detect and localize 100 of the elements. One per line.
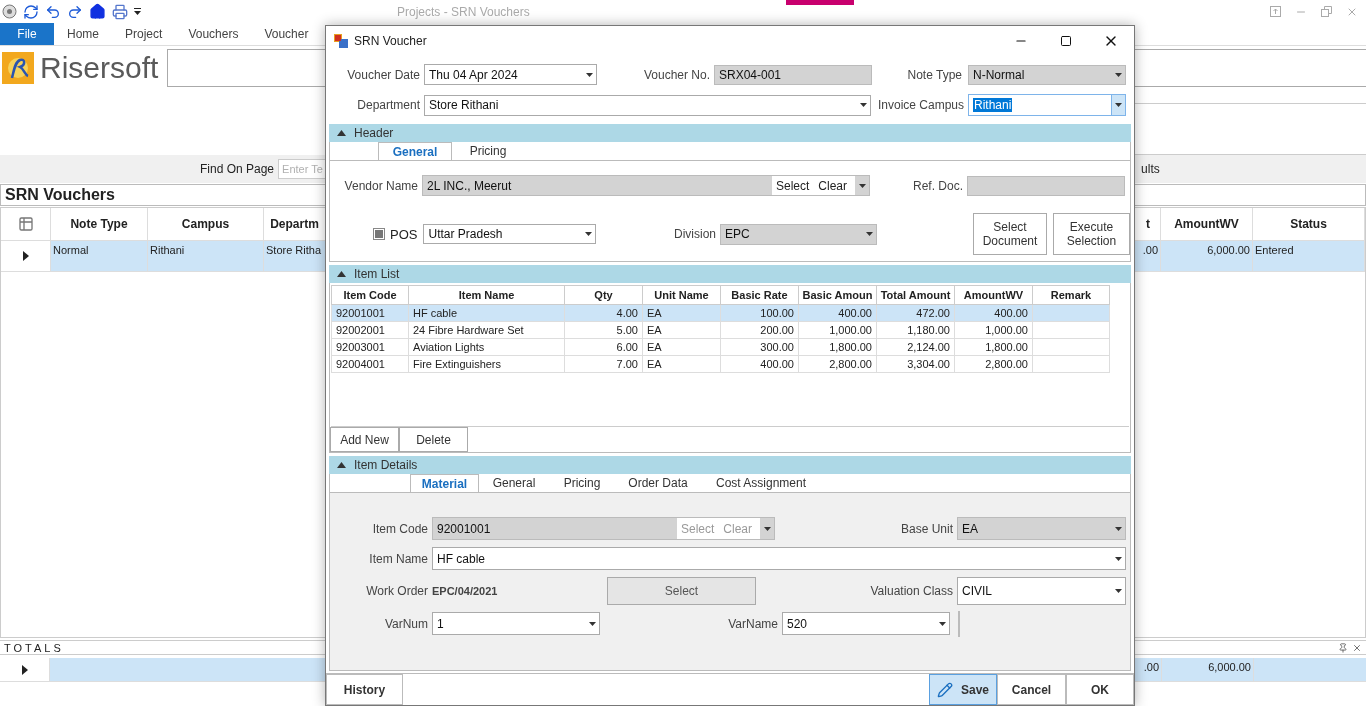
ref-doc-field[interactable]	[967, 175, 1125, 196]
column-header[interactable]: Campus	[148, 208, 264, 240]
item-name-dropdown[interactable]: HF cable	[432, 547, 1126, 570]
maximize-icon	[1059, 35, 1072, 47]
table-cell: 300.00	[720, 338, 799, 356]
campus-dropdown[interactable]: Rithani	[968, 94, 1126, 116]
logo-icon	[2, 52, 34, 84]
undo-icon[interactable]	[45, 3, 61, 20]
printer-icon[interactable]	[112, 3, 128, 20]
table-cell: 100.00	[720, 304, 799, 322]
table-cell: 472.00	[876, 304, 955, 322]
ribbon-toggle-icon[interactable]	[1270, 5, 1281, 17]
collapse-icon[interactable]	[337, 130, 346, 136]
valuation-class-dropdown[interactable]: CIVIL	[957, 577, 1126, 605]
department-dropdown[interactable]: Store Rithani	[424, 94, 871, 116]
dropdown-icon[interactable]	[134, 8, 141, 15]
column-header[interactable]: t	[1136, 208, 1161, 240]
column-header[interactable]: Status	[1253, 208, 1365, 240]
caret-icon	[938, 621, 946, 626]
refresh-icon[interactable]	[23, 3, 39, 20]
var-name-dropdown[interactable]: 520	[782, 612, 950, 635]
field-label: Invoice Campus	[876, 98, 965, 112]
find-label: Find On Page	[200, 162, 275, 176]
date-dropdown[interactable]: Thu 04 Apr 2024	[424, 64, 597, 85]
select-button[interactable]: Select	[607, 577, 756, 605]
table-cell: 400.00	[954, 304, 1033, 322]
table-cell: 1,000.00	[954, 321, 1033, 339]
column-header[interactable]: Note Type	[51, 208, 148, 240]
column-header[interactable]: AmountWV	[1161, 208, 1253, 240]
table-cell: 2,124.00	[876, 338, 955, 356]
collapse-icon[interactable]	[337, 462, 346, 468]
find-input[interactable]: Enter Te	[278, 159, 328, 179]
footer-button[interactable]: Cancel	[997, 674, 1066, 705]
grid-button[interactable]: Add New	[330, 427, 399, 452]
division-dropdown[interactable]: EPC	[720, 223, 877, 245]
menu-tab[interactable]: Project	[112, 23, 176, 45]
column-header[interactable]: AmountWV	[954, 285, 1033, 305]
menu-tab[interactable]: Voucher	[251, 23, 309, 45]
vendor-field[interactable]: 2L INC., Meerut Select Clear	[422, 175, 870, 196]
home-icon[interactable]	[89, 3, 106, 20]
action-button[interactable]: Select Document	[973, 213, 1047, 255]
tab[interactable]: General	[378, 142, 452, 160]
tab[interactable]: Material	[410, 474, 479, 492]
note-type-dropdown[interactable]: N-Normal	[968, 64, 1126, 85]
section-header[interactable]: Header	[329, 124, 1131, 142]
footer-button[interactable]: Save	[929, 674, 997, 705]
table-cell: 1,000.00	[798, 321, 877, 339]
caret-icon	[1115, 103, 1122, 107]
table-cell: .00	[1137, 658, 1162, 681]
row-pointer-icon	[22, 251, 29, 261]
column-header[interactable]: Total Amount	[876, 285, 955, 305]
action-button[interactable]: Execute Selection	[1053, 213, 1130, 255]
table-cell: 92003001	[331, 338, 409, 356]
column-header[interactable]: Qty	[564, 285, 643, 305]
state-dropdown[interactable]: Uttar Pradesh	[423, 224, 597, 244]
table-cell: 1,180.00	[876, 321, 955, 339]
menu-tab[interactable]: Vouchers	[175, 23, 252, 45]
table-cell: Rithani	[148, 241, 264, 271]
table-cell: EA	[642, 338, 721, 356]
table-cell: Aviation Lights	[408, 338, 565, 356]
table-cell: 92002001	[331, 321, 409, 339]
section-header[interactable]: Item Details	[329, 456, 1131, 474]
dialog-title: SRN Voucher	[354, 34, 427, 48]
pin-icon[interactable]	[1338, 642, 1348, 653]
var-num-dropdown[interactable]: 1	[432, 612, 600, 635]
table-cell: .00	[1136, 241, 1161, 271]
column-header[interactable]: Basic Rate	[720, 285, 799, 305]
table-cell: Entered	[1253, 241, 1365, 271]
column-header[interactable]: Item Name	[408, 285, 565, 305]
field-label: VarNum	[383, 616, 429, 631]
close-icon[interactable]	[1352, 642, 1362, 653]
results-label: ults	[1141, 162, 1160, 176]
footer-button[interactable]: OK	[1066, 674, 1134, 705]
restore-icon[interactable]	[1321, 5, 1332, 17]
footer-button[interactable]: History	[326, 674, 403, 705]
logo-text: Risersoft	[40, 51, 159, 85]
column-header[interactable]: Basic Amoun	[798, 285, 877, 305]
table-cell: EA	[642, 321, 721, 339]
table-cell: 92004001	[331, 355, 409, 373]
caret-icon	[1114, 72, 1122, 77]
redo-icon[interactable]	[67, 3, 83, 20]
app-icon[interactable]	[2, 4, 17, 19]
base-unit-dropdown[interactable]: EA	[957, 517, 1126, 540]
grid-button[interactable]: Delete	[399, 427, 468, 452]
column-header[interactable]: Item Code	[331, 285, 409, 305]
caret-icon	[588, 621, 596, 626]
voucher-number-field[interactable]: SRX04-001	[714, 64, 872, 85]
column-header[interactable]: Unit Name	[642, 285, 721, 305]
table-cell: 2,800.00	[954, 355, 1033, 373]
section-header[interactable]: Item List	[329, 265, 1131, 283]
menu-tab[interactable]: File	[0, 23, 54, 45]
table-cell: 200.00	[720, 321, 799, 339]
table-cell: 92001001	[331, 304, 409, 322]
column-header[interactable]: Remark	[1032, 285, 1110, 305]
caret-icon	[1114, 526, 1122, 531]
caret-icon	[1114, 556, 1122, 561]
pencil-icon	[937, 681, 953, 698]
menu-tab[interactable]: Home	[54, 23, 112, 45]
checkbox[interactable]	[373, 228, 385, 240]
table-icon[interactable]	[17, 216, 34, 232]
